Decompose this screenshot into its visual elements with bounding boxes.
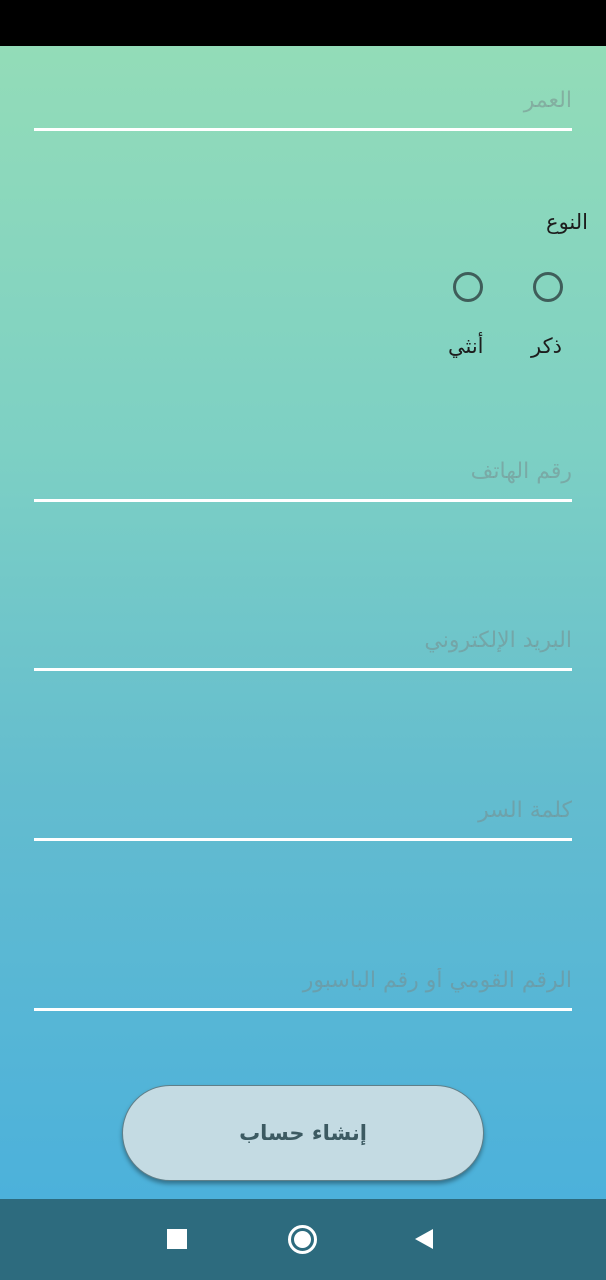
status-bar: [0, 0, 606, 46]
system-nav-bar: [0, 1199, 606, 1280]
email-underline: [34, 668, 572, 671]
password-input[interactable]: [34, 790, 572, 830]
radio-female[interactable]: [453, 272, 483, 302]
back-triangle-icon[interactable]: [415, 1229, 433, 1249]
phone-field[interactable]: [34, 451, 572, 502]
national-id-field[interactable]: [34, 960, 572, 1011]
radio-male[interactable]: [533, 272, 563, 302]
phone-underline: [34, 499, 572, 502]
home-circle-icon[interactable]: [288, 1225, 317, 1254]
email-field[interactable]: [34, 620, 572, 671]
age-field[interactable]: [34, 80, 572, 131]
radio-male-label: ذكر: [531, 334, 562, 358]
national-id-input[interactable]: [34, 960, 572, 1000]
create-account-label: إنشاء حساب: [239, 1121, 367, 1145]
password-field[interactable]: [34, 790, 572, 841]
phone-input[interactable]: [34, 451, 572, 491]
recents-square-icon[interactable]: [167, 1229, 187, 1249]
registration-screen: النوع ذكر أنثي إنشاء حساب: [0, 46, 606, 1199]
create-account-button[interactable]: إنشاء حساب: [122, 1085, 484, 1181]
age-input[interactable]: [34, 80, 572, 120]
email-input[interactable]: [34, 620, 572, 660]
password-underline: [34, 838, 572, 841]
radio-female-label: أنثي: [448, 334, 484, 358]
age-underline: [34, 128, 572, 131]
gender-label: النوع: [546, 210, 588, 234]
national-id-underline: [34, 1008, 572, 1011]
